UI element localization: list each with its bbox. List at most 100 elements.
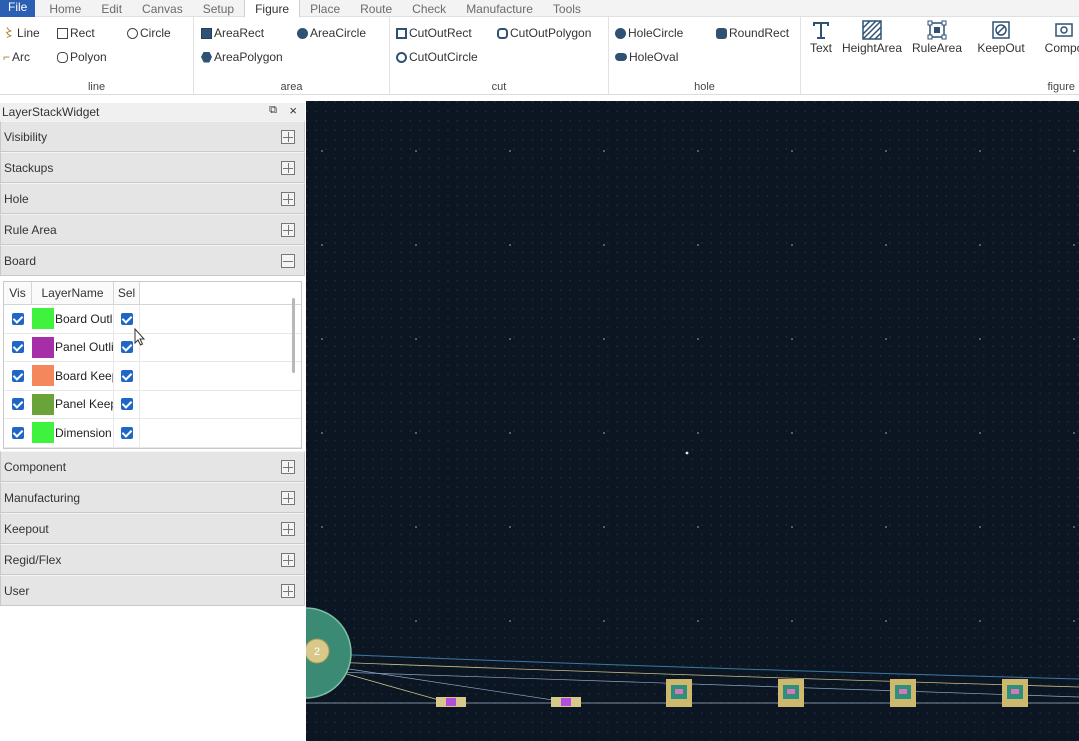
table-row[interactable]: Board Keepout <box>4 362 301 391</box>
layer-name-cell[interactable]: Panel Outline <box>32 333 114 361</box>
ribbon-group-label-cut: cut <box>491 81 507 93</box>
menu-edit[interactable]: Edit <box>91 0 132 17</box>
select-checkbox[interactable] <box>120 398 133 411</box>
layer-color-swatch[interactable] <box>32 365 54 387</box>
small-component[interactable] <box>436 697 466 707</box>
menu-place[interactable]: Place <box>300 0 350 17</box>
menu-manufacture[interactable]: Manufacture <box>456 0 543 17</box>
expand-icon[interactable] <box>281 584 295 598</box>
area-rect-button[interactable]: AreaRect <box>201 26 264 40</box>
menu-canvas[interactable]: Canvas <box>132 0 193 17</box>
hole-circle-button[interactable]: HoleCircle <box>615 26 683 40</box>
area-polygon-icon <box>201 51 212 63</box>
ribbon-group-hole: HoleCircle RoundRect HoleOval hole <box>609 17 801 95</box>
section-hole[interactable]: Hole <box>0 183 305 214</box>
table-row[interactable]: Panel Keepout <box>4 390 301 419</box>
expand-icon[interactable] <box>281 460 295 474</box>
arc-button[interactable]: ⌐ Arc <box>3 50 30 64</box>
visible-checkbox[interactable] <box>12 426 24 439</box>
section-keepout[interactable]: Keepout <box>0 513 305 544</box>
component-footprint[interactable] <box>666 679 692 707</box>
visible-checkbox[interactable] <box>12 312 24 325</box>
round-rect-button[interactable]: RoundRect <box>716 26 789 40</box>
component-icon <box>1036 19 1079 41</box>
visible-checkbox[interactable] <box>12 341 24 354</box>
expand-icon[interactable] <box>281 192 295 206</box>
rect-button[interactable]: Rect <box>57 26 95 40</box>
polyon-button[interactable]: Polyon <box>57 50 107 64</box>
menu-figure[interactable]: Figure <box>244 0 301 17</box>
layer-name-cell[interactable]: Panel Keepout <box>32 390 114 418</box>
hole-oval-button[interactable]: HoleOval <box>615 50 678 64</box>
section-component[interactable]: Component <box>0 451 305 482</box>
section-manufacturing[interactable]: Manufacturing <box>0 482 305 513</box>
pad-number: 2 <box>314 646 320 658</box>
close-icon[interactable]: × <box>289 103 297 118</box>
menu-setup[interactable]: Setup <box>193 0 244 17</box>
section-board[interactable]: Board <box>0 245 305 276</box>
layer-color-swatch[interactable] <box>32 393 54 415</box>
sel-cell <box>114 390 140 418</box>
visible-checkbox[interactable] <box>12 398 24 411</box>
menu-home[interactable]: Home <box>39 0 91 17</box>
visible-checkbox[interactable] <box>12 369 24 382</box>
expand-icon[interactable] <box>281 522 295 536</box>
table-row[interactable]: Dimension <box>4 419 301 448</box>
table-row[interactable]: Board Outline <box>4 305 301 334</box>
expand-icon[interactable] <box>281 553 295 567</box>
section-user[interactable]: User <box>0 575 305 606</box>
layer-name-cell[interactable]: Dimension <box>32 419 114 447</box>
area-polygon-button[interactable]: AreaPolygon <box>201 50 283 64</box>
menu-route[interactable]: Route <box>350 0 402 17</box>
cut-out-circle-button[interactable]: CutOutCircle <box>396 50 478 64</box>
header-sel[interactable]: Sel <box>114 282 140 304</box>
section-visibility[interactable]: Visibility <box>0 121 305 152</box>
table-row[interactable]: Panel Outline <box>4 333 301 362</box>
component-button[interactable]: Compo <box>1036 19 1079 59</box>
rule-area-button[interactable]: RuleArea <box>909 19 965 59</box>
select-checkbox[interactable] <box>120 426 133 439</box>
layer-name: Panel Keepout <box>55 397 113 412</box>
component-footprint[interactable] <box>890 679 916 707</box>
expand-icon[interactable] <box>281 161 295 175</box>
header-layer-name[interactable]: LayerName <box>32 282 114 304</box>
height-area-button[interactable]: HeightArea <box>841 19 903 59</box>
select-checkbox[interactable] <box>120 341 133 354</box>
section-stackups[interactable]: Stackups <box>0 152 305 183</box>
arc-icon: ⌐ <box>3 49 11 64</box>
layer-color-swatch[interactable] <box>32 308 54 330</box>
layer-color-swatch[interactable] <box>32 422 54 444</box>
layer-name: Board Keepout <box>55 368 113 383</box>
layer-name-cell[interactable]: Board Outline <box>32 305 114 333</box>
expand-icon[interactable] <box>281 491 295 505</box>
layer-color-swatch[interactable] <box>32 336 54 358</box>
section-rule-area[interactable]: Rule Area <box>0 214 305 245</box>
menu-tools[interactable]: Tools <box>543 0 591 17</box>
line-button[interactable]: 〻 Line <box>3 26 40 40</box>
cut-out-polygon-button[interactable]: CutOutPolygon <box>497 26 591 40</box>
cut-out-rect-button[interactable]: CutOutRect <box>396 26 472 40</box>
collapse-icon[interactable] <box>281 254 295 268</box>
circle-button[interactable]: Circle <box>127 26 171 40</box>
header-vis[interactable]: Vis <box>4 282 32 304</box>
pcb-canvas[interactable]: 2 <box>306 101 1079 741</box>
table-scrollbar[interactable] <box>292 298 295 373</box>
area-circle-button[interactable]: AreaCircle <box>297 26 366 40</box>
vis-cell <box>4 341 32 354</box>
select-checkbox[interactable] <box>120 369 133 382</box>
layer-name-cell[interactable]: Board Keepout <box>32 362 114 390</box>
select-checkbox[interactable] <box>120 312 133 325</box>
expand-icon[interactable] <box>281 130 295 144</box>
menu-check[interactable]: Check <box>402 0 456 17</box>
menu-file[interactable]: File <box>0 0 36 17</box>
small-component[interactable] <box>551 697 581 707</box>
polygon-icon <box>57 51 68 63</box>
pcb-canvas-drawing[interactable]: 2 <box>306 101 1079 741</box>
component-footprint[interactable] <box>1002 679 1028 707</box>
section-regid-flex[interactable]: Regid/Flex <box>0 544 305 575</box>
float-icon[interactable]: ⧉ <box>269 104 277 117</box>
expand-icon[interactable] <box>281 223 295 237</box>
keep-out-button[interactable]: KeepOut <box>973 19 1029 59</box>
component-footprint[interactable] <box>778 679 804 707</box>
round-rect-icon <box>716 27 727 39</box>
